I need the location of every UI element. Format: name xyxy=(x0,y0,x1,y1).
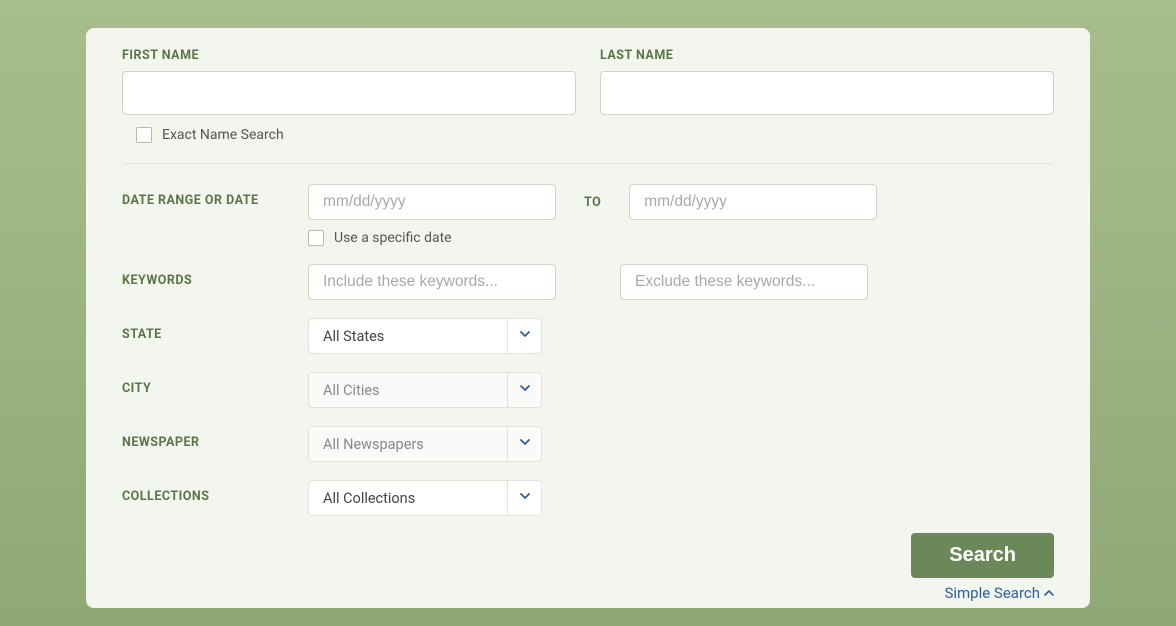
simple-search-label: Simple Search xyxy=(944,584,1040,602)
state-select-value: All States xyxy=(309,328,507,345)
simple-search-link[interactable]: Simple Search xyxy=(944,584,1054,602)
specific-date-row: Use a specific date xyxy=(308,230,877,246)
newspaper-row: NEWSPAPER All Newspapers xyxy=(122,426,1054,462)
keywords-exclude-input[interactable] xyxy=(620,264,868,300)
date-range-row: DATE RANGE OR DATE TO Use a specific dat… xyxy=(122,163,1054,246)
state-row: STATE All States xyxy=(122,318,1054,354)
last-name-label: LAST NAME xyxy=(600,48,1054,63)
keyword-fields xyxy=(308,264,868,300)
specific-date-label: Use a specific date xyxy=(334,230,452,246)
collections-row: COLLECTIONS All Collections xyxy=(122,480,1054,516)
city-row: CITY All Cities xyxy=(122,372,1054,408)
exact-name-checkbox[interactable] xyxy=(136,127,152,143)
first-name-label: FIRST NAME xyxy=(122,48,576,63)
keywords-row: KEYWORDS xyxy=(122,264,1054,300)
search-button[interactable]: Search xyxy=(911,533,1054,578)
specific-date-checkbox[interactable] xyxy=(308,230,324,246)
first-name-field: FIRST NAME xyxy=(122,48,576,115)
keywords-label: KEYWORDS xyxy=(122,264,308,288)
newspaper-select-value: All Newspapers xyxy=(309,436,507,453)
date-from-input[interactable] xyxy=(308,184,556,220)
city-select[interactable]: All Cities xyxy=(308,372,542,408)
last-name-input[interactable] xyxy=(600,71,1054,115)
collections-select[interactable]: All Collections xyxy=(308,480,542,516)
name-row: FIRST NAME LAST NAME xyxy=(122,48,1054,115)
state-label: STATE xyxy=(122,318,308,342)
city-select-value: All Cities xyxy=(309,382,507,399)
search-form-card: FIRST NAME LAST NAME Exact Name Search D… xyxy=(86,28,1090,608)
keywords-include-input[interactable] xyxy=(308,264,556,300)
city-label: CITY xyxy=(122,372,308,396)
last-name-field: LAST NAME xyxy=(600,48,1054,115)
newspaper-label: NEWSPAPER xyxy=(122,426,308,450)
date-to-label: TO xyxy=(584,195,601,210)
chevron-down-icon xyxy=(507,373,541,407)
exact-name-label: Exact Name Search xyxy=(162,127,284,143)
date-to-input[interactable] xyxy=(629,184,877,220)
chevron-down-icon xyxy=(507,427,541,461)
date-line: TO xyxy=(308,184,877,220)
chevron-down-icon xyxy=(507,481,541,515)
chevron-up-icon xyxy=(1044,590,1054,596)
exact-name-row: Exact Name Search xyxy=(136,127,1054,143)
state-select[interactable]: All States xyxy=(308,318,542,354)
date-fields: TO Use a specific date xyxy=(308,184,877,246)
collections-label: COLLECTIONS xyxy=(122,480,308,504)
newspaper-select[interactable]: All Newspapers xyxy=(308,426,542,462)
collections-select-value: All Collections xyxy=(309,490,507,507)
date-range-label: DATE RANGE OR DATE xyxy=(122,184,308,208)
form-footer: Search Simple Search xyxy=(911,533,1054,602)
chevron-down-icon xyxy=(507,319,541,353)
first-name-input[interactable] xyxy=(122,71,576,115)
